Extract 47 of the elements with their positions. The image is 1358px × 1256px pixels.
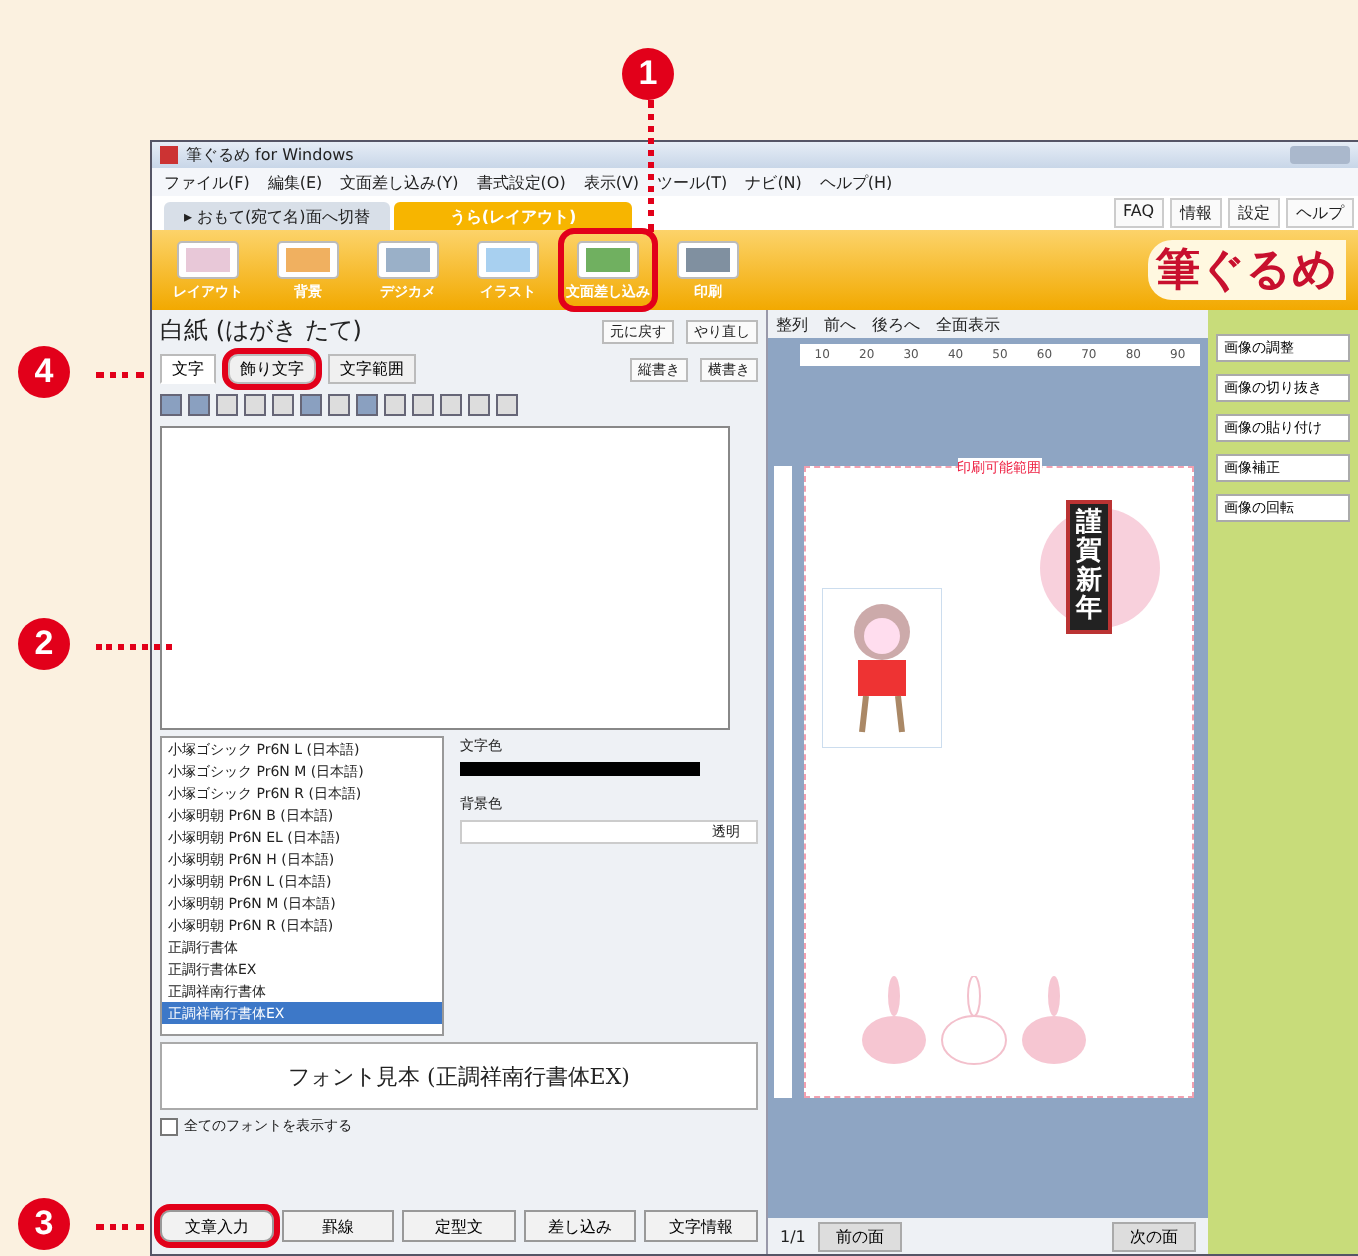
panel-button[interactable]: 差し込み [523, 1210, 637, 1242]
panel-button[interactable]: 文字情報 [644, 1210, 758, 1242]
help-bar-button[interactable]: 設定 [1228, 198, 1280, 228]
menu-item[interactable]: 表示(V) [583, 171, 640, 193]
menu-item[interactable]: 文面差し込み(Y) [340, 171, 459, 193]
text-tab[interactable]: 飾り文字 [228, 354, 316, 384]
help-bar-button[interactable]: FAQ [1113, 198, 1164, 228]
mode-tab[interactable]: ▸ おもて(宛て名)面へ切替 [164, 202, 390, 230]
panel-button[interactable]: 文章入力 [160, 1210, 274, 1242]
menu-item[interactable]: 書式設定(O) [476, 171, 566, 193]
tool-picture-icon [374, 238, 442, 282]
tool-picture-icon [474, 238, 542, 282]
callout-number: 1 [622, 48, 674, 100]
help-bar-button[interactable]: ヘルプ [1286, 198, 1354, 228]
tool-picture-icon [574, 238, 642, 282]
tool-picture-icon [674, 238, 742, 282]
text-tab[interactable]: 文字 [160, 354, 216, 384]
menu-item[interactable]: ファイル(F) [164, 171, 250, 193]
callout-number: 3 [18, 1198, 70, 1250]
callout-number: 4 [18, 346, 70, 398]
menu-item[interactable]: 編集(E) [267, 171, 323, 193]
canvas-tool-button[interactable]: 後ろへ [872, 313, 920, 335]
previous-page-button[interactable]: 前の面 [817, 1221, 902, 1251]
text-color-swatch[interactable] [460, 762, 700, 776]
panel-button[interactable]: 罫線 [281, 1210, 395, 1242]
font-sample: フォント見本 (正調祥南行書体EX) [160, 1042, 758, 1110]
layout-title: 白紙 (はがき たて) [160, 314, 362, 348]
help-bar-button[interactable]: 情報 [1170, 198, 1222, 228]
app-icon [160, 146, 178, 164]
next-page-button[interactable]: 次の面 [1112, 1221, 1196, 1251]
text-tab[interactable]: 文字範囲 [328, 354, 416, 384]
canvas-tool-button[interactable]: 全面表示 [936, 313, 1000, 335]
tool-picture-icon [174, 238, 242, 282]
text-input-area[interactable] [160, 426, 730, 730]
window-title: 筆ぐるめ for Windows [186, 144, 354, 166]
menu-item[interactable]: ナビ(N) [745, 171, 802, 193]
tool-picture-icon [274, 238, 342, 282]
panel-button[interactable]: 定型文 [402, 1210, 516, 1242]
canvas-tool-button[interactable]: 整列 [776, 313, 808, 335]
menu-item[interactable]: ヘルプ(H) [819, 171, 893, 193]
canvas-tool-button[interactable]: 前へ [824, 313, 856, 335]
page-indicator: 1/1 [780, 1227, 806, 1245]
callout-number: 2 [18, 618, 70, 670]
greeting-banner: 謹賀新年 [1066, 500, 1112, 635]
menu-item[interactable]: ツール(T) [657, 171, 728, 193]
checkbox[interactable] [160, 1117, 178, 1135]
app-logo: 筆ぐるめ [1148, 240, 1346, 300]
